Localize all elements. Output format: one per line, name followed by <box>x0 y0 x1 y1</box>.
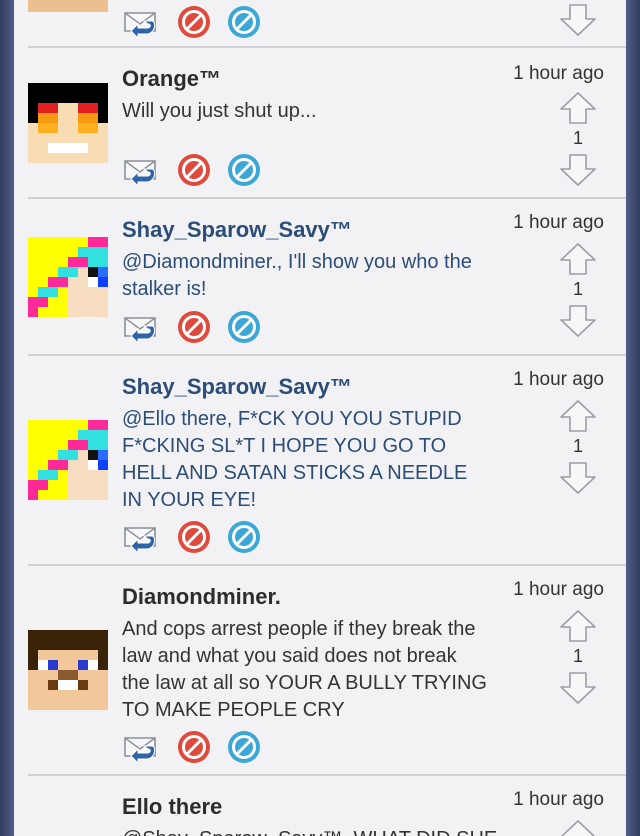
avatar <box>28 237 108 317</box>
vote-count: 1 <box>572 279 583 299</box>
vote-count: 1 <box>572 436 583 456</box>
flag-icon[interactable] <box>176 152 212 188</box>
block-icon[interactable] <box>226 309 262 345</box>
vote-control <box>558 818 598 836</box>
comment-item: Shay_Sparow_Savy™ 1 hour ago @Diamondmin… <box>14 199 626 355</box>
comment-line: IN YOUR EYE! <box>122 489 257 511</box>
avatar <box>28 83 108 163</box>
comment-line: F*CKING SL*T I HOPE YOU GO TO <box>122 435 447 457</box>
timestamp: 1 hour ago <box>513 212 604 233</box>
username[interactable]: Ello there <box>122 794 222 820</box>
block-icon[interactable] <box>226 4 262 40</box>
window-right-edge <box>626 0 640 836</box>
timestamp: 1 hour ago <box>513 369 604 390</box>
comment-item: Ello there 1 hour ago @Shay_Sparow_Savy™… <box>14 776 626 836</box>
comment-line: law and what you said does not break <box>122 645 457 667</box>
comment-line: TO MAKE PEOPLE CRY <box>122 699 345 721</box>
reply-icon[interactable] <box>122 309 158 345</box>
reply-icon[interactable] <box>122 152 158 188</box>
comment-text: @Shay_Sparow_Savy™, WHAT DID SHE <box>122 826 522 836</box>
comment-text: Will you just shut up... <box>122 98 522 125</box>
comment-line: Will you just shut up... <box>122 100 317 122</box>
username[interactable]: Diamondminer. <box>122 584 281 610</box>
upvote-arrow-icon[interactable] <box>558 398 598 434</box>
flag-icon[interactable] <box>176 4 212 40</box>
comment-text: @Ello there, F*CK YOU YOU STUPID F*CKING… <box>122 406 522 514</box>
timestamp: 1 hour ago <box>513 63 604 84</box>
comment-line: HELL AND SATAN STICKS A NEEDLE <box>122 462 468 484</box>
flag-icon[interactable] <box>176 309 212 345</box>
timestamp: 1 hour ago <box>513 789 604 810</box>
block-icon[interactable] <box>226 729 262 765</box>
comment-item: Orange™ 1 hour ago Will you just shut up… <box>14 48 626 198</box>
window-left-edge <box>0 0 14 836</box>
block-icon[interactable] <box>226 519 262 555</box>
comment-text: And cops arrest people if they break the… <box>122 616 522 724</box>
comment-line: @Shay_Sparow_Savy™, WHAT DID SHE <box>122 826 522 836</box>
downvote-arrow-icon[interactable] <box>558 670 598 706</box>
username[interactable]: Orange™ <box>122 66 221 92</box>
downvote-arrow-icon[interactable] <box>558 2 598 38</box>
comment-feed[interactable]: Orange™ 1 hour ago Will you just shut up… <box>14 0 626 836</box>
reply-icon[interactable] <box>122 4 158 40</box>
username[interactable]: Shay_Sparow_Savy™ <box>122 374 352 400</box>
upvote-arrow-icon[interactable] <box>558 818 598 836</box>
downvote-arrow-icon[interactable] <box>558 303 598 339</box>
vote-control: 1 <box>558 608 598 708</box>
reply-icon[interactable] <box>122 729 158 765</box>
comment-item: Diamondminer. 1 hour ago And cops arrest… <box>14 566 626 774</box>
upvote-arrow-icon[interactable] <box>558 90 598 126</box>
comment-line: And cops arrest people if they break the <box>122 618 476 640</box>
avatar <box>28 0 108 12</box>
avatar <box>28 420 108 500</box>
vote-control: 1 <box>558 398 598 498</box>
upvote-arrow-icon[interactable] <box>558 608 598 644</box>
comment-item: Shay_Sparow_Savy™ 1 hour ago @Ello there… <box>14 356 626 564</box>
upvote-arrow-icon[interactable] <box>558 241 598 277</box>
comment-line: the law at all so YOUR A BULLY TRYING <box>122 672 487 694</box>
block-icon[interactable] <box>226 152 262 188</box>
comment-text: @Diamondminer., I'll show you who the st… <box>122 249 522 303</box>
comment-line: @Ello there, F*CK YOU YOU STUPID <box>122 408 462 430</box>
downvote-arrow-icon[interactable] <box>558 460 598 496</box>
downvote-arrow-icon[interactable] <box>558 152 598 188</box>
vote-count: 1 <box>572 646 583 666</box>
comment-partial-top <box>14 0 626 48</box>
avatar <box>28 630 108 710</box>
flag-icon[interactable] <box>176 519 212 555</box>
vote-control: 1 <box>558 90 598 190</box>
username[interactable]: Shay_Sparow_Savy™ <box>122 217 352 243</box>
reply-icon[interactable] <box>122 519 158 555</box>
timestamp: 1 hour ago <box>513 579 604 600</box>
flag-icon[interactable] <box>176 729 212 765</box>
comment-line: stalker is! <box>122 278 207 300</box>
vote-count: 1 <box>572 128 583 148</box>
comment-line: @Diamondminer., I'll show you who the <box>122 251 472 273</box>
vote-control: 1 <box>558 241 598 341</box>
